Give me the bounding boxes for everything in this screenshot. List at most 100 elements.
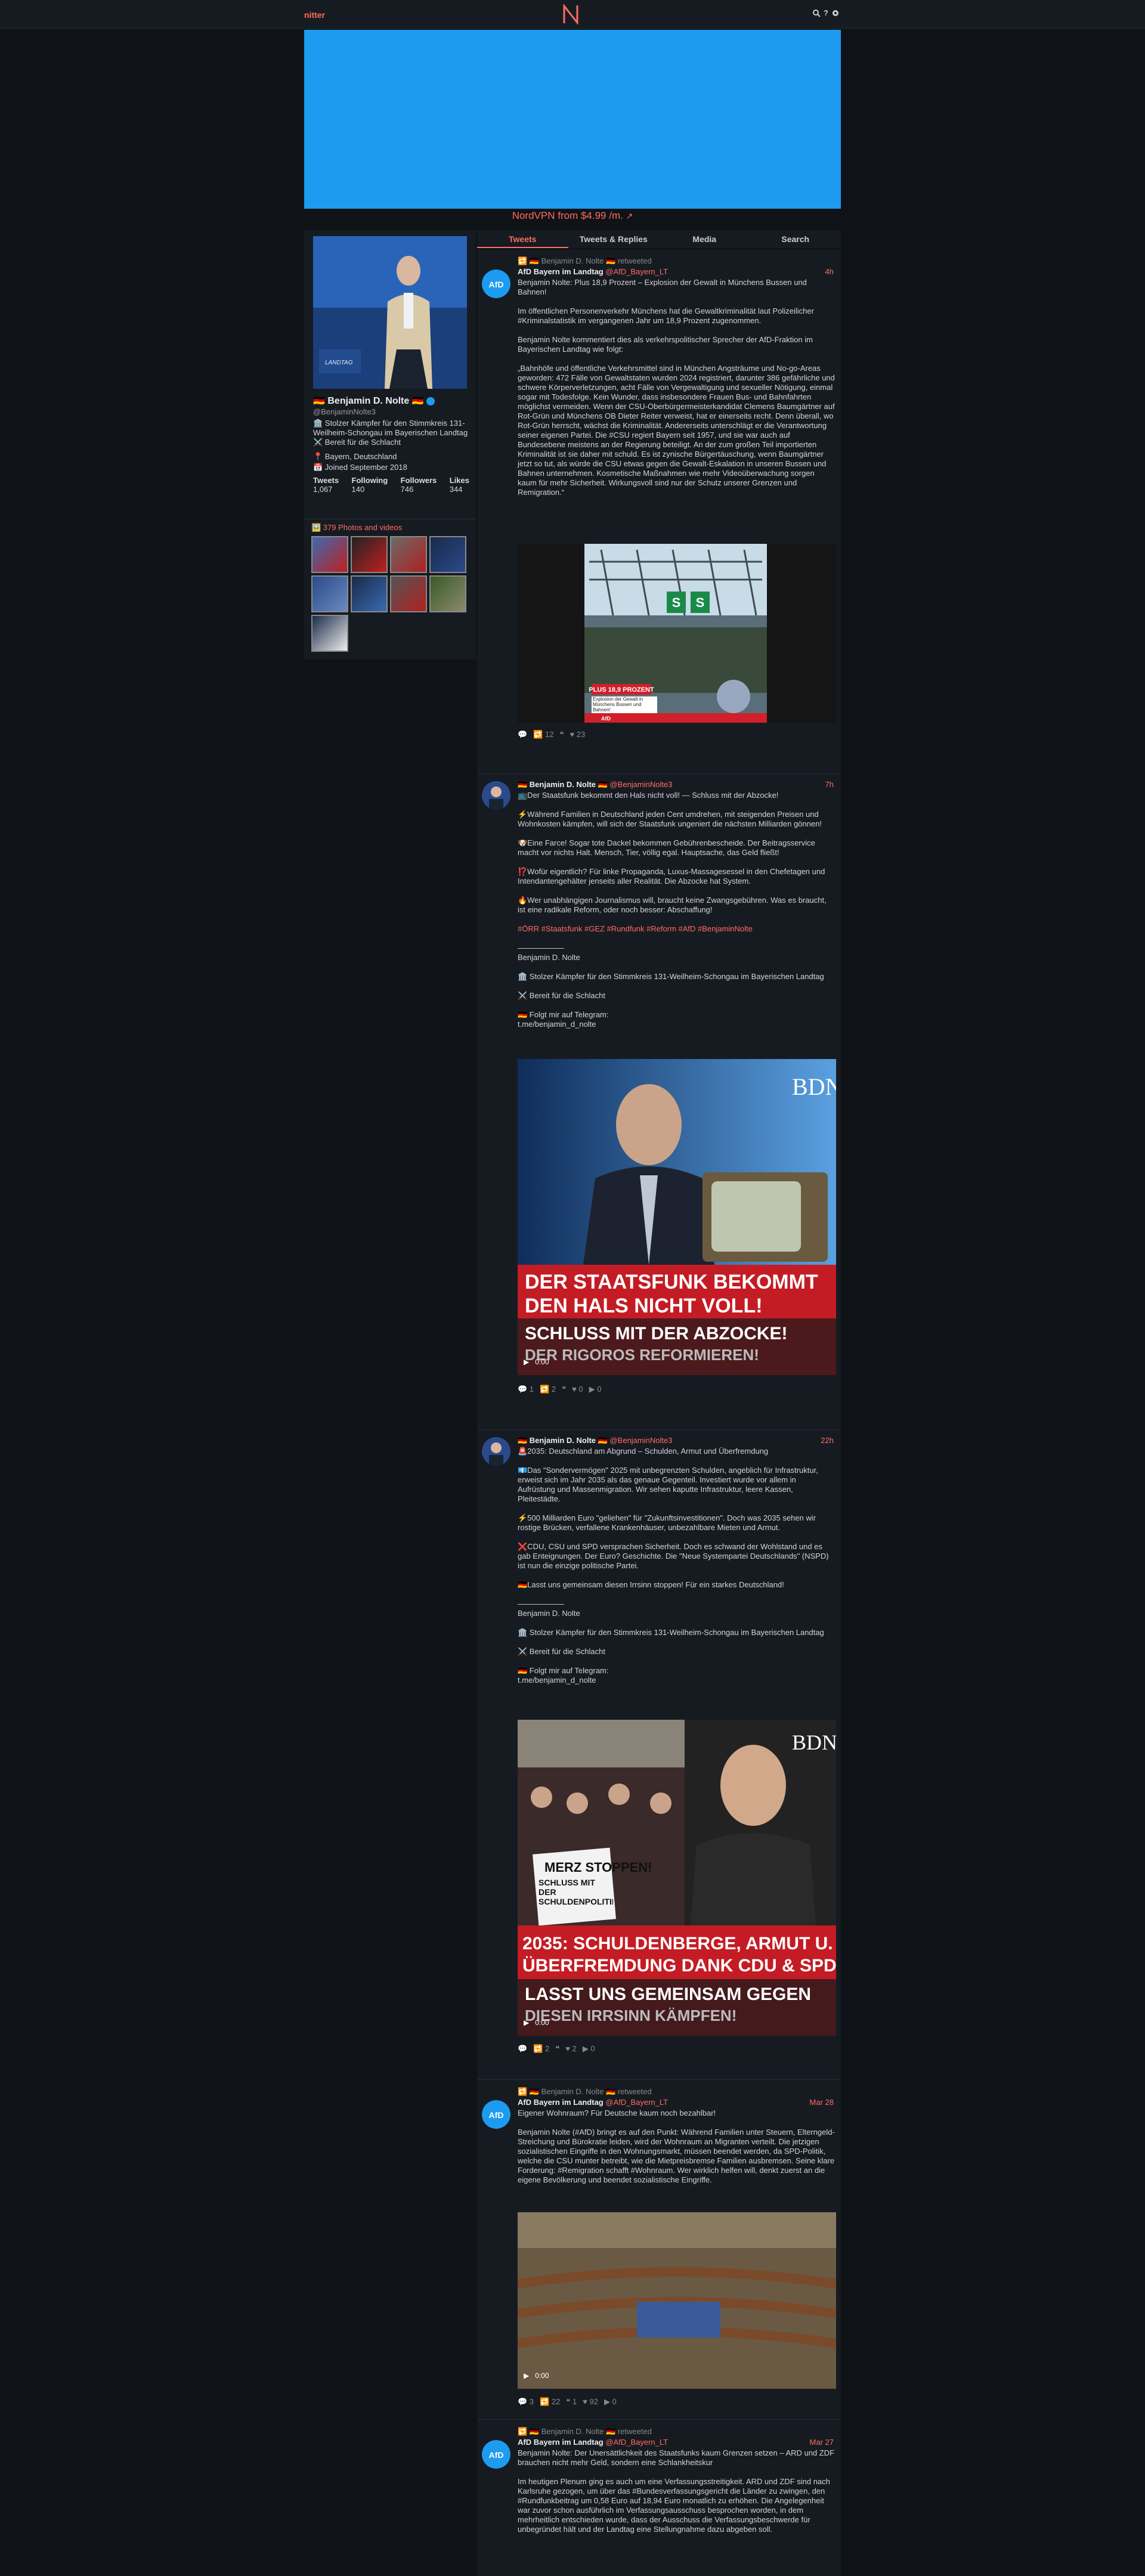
like-count[interactable]: ♥ 2 [565,2044,577,2054]
photos-videos-link[interactable]: 🖼️ 379 Photos and videos [311,523,402,532]
tweet[interactable]: 🔁 🇩🇪 Benjamin D. Nolte 🇩🇪 retweeted AfD … [477,2420,841,2576]
view-count[interactable]: ▶ 0 [583,2044,595,2054]
media-thumbnail[interactable] [311,575,348,612]
tweet-paragraph: Im heutigen Plenum ging es auch um eine … [518,2477,830,2534]
tweet[interactable]: 🇩🇪 Benjamin D. Nolte 🇩🇪 @BenjaminNolte3 … [477,774,841,1430]
video-time: 0:00 [535,2371,549,2380]
tweet-text: 📺Der Staatsfunk bekommt den Hals nicht v… [518,791,835,1039]
play-icon[interactable]: ▶ [524,1358,529,1366]
profile-avatar[interactable]: LANDTAG [313,236,467,389]
tweet-paragraph: ⚡Während Familien in Deutschland jeden C… [518,810,822,828]
tweet-author-name[interactable]: AfD Bayern im Landtag [518,267,604,276]
tweet-date[interactable]: 22h [821,1436,834,1445]
media-thumbnail[interactable] [390,536,427,573]
stat-following[interactable]: Following 140 [352,476,388,494]
like-count[interactable]: ♥ 0 [572,1385,583,1394]
stat-likes[interactable]: Likes 344 [450,476,469,494]
media-thumbnail[interactable] [311,536,348,573]
tab-tweets-replies[interactable]: Tweets & Replies [568,230,660,248]
stat-followers[interactable]: Followers 746 [401,476,437,494]
stat-label: Followers [400,476,437,485]
quote-count[interactable]: ❝ [559,730,564,739]
like-count[interactable]: ♥ 92 [583,2397,598,2407]
tweet-author-name[interactable]: AfD Bayern im Landtag [518,2438,604,2447]
tweet-date[interactable]: Mar 27 [810,2438,834,2447]
tweet-author-name[interactable]: AfD Bayern im Landtag [518,2098,604,2107]
tweet-avatar[interactable]: AfD [482,2100,510,2129]
tweet-paragraph: 📺Der Staatsfunk bekommt den Hals nicht v… [518,791,779,800]
quote-count[interactable]: ❝ [555,2044,559,2054]
media-thumbnail[interactable] [390,575,427,612]
stat-tweets[interactable]: Tweets 1,067 [313,476,339,494]
quote-count[interactable]: ❝ [562,1385,566,1394]
tweet-paragraph: 🐶Eine Farce! Sogar tote Dackel bekommen … [518,838,815,857]
reply-count[interactable]: 💬 1 [518,1385,534,1394]
view-count[interactable]: ▶ 0 [589,1385,602,1394]
tweet-text: 🚨2035: Deutschland am Abgrund – Schulden… [518,1447,835,1695]
profile-banner [304,30,841,209]
tweet-author-handle[interactable]: @BenjaminNolte3 [609,1436,672,1445]
tab-media[interactable]: Media [659,230,750,248]
reply-count[interactable]: 💬 [518,730,527,739]
stat-value: 1,067 [313,485,333,494]
reply-count[interactable]: 💬 3 [518,2397,534,2407]
tweet-author-handle[interactable]: @AfD_Bayern_LT [605,267,668,276]
media-thumbnail[interactable] [311,615,348,652]
tweet[interactable]: 🔁 🇩🇪 Benjamin D. Nolte 🇩🇪 retweeted AfD … [477,249,841,774]
top-nav: nitter ? [0,0,1145,29]
tweet-author-handle[interactable]: @AfD_Bayern_LT [605,2098,668,2107]
tab-tweets[interactable]: Tweets [477,230,568,248]
ad-text[interactable]: NordVPN from $4.99 /m. [512,210,623,221]
media-thumbnail[interactable] [351,536,388,573]
tweet-author-handle[interactable]: @AfD_Bayern_LT [605,2438,668,2447]
profile-handle[interactable]: @BenjaminNolte3 [313,407,376,416]
media-thumbnail[interactable] [429,536,466,573]
info-icon[interactable]: ? [824,8,828,17]
tweet-avatar[interactable] [482,1437,510,1466]
search-icon[interactable] [812,9,821,17]
media-thumbnail[interactable] [351,575,388,612]
tweet-author-handle[interactable]: @BenjaminNolte3 [609,780,672,789]
tweet-date[interactable]: 7h [825,780,834,789]
retweet-count[interactable]: 🔁 2 [533,2044,549,2054]
video-time: 0:00 [535,2018,549,2027]
tweet-avatar[interactable] [482,781,510,810]
tweet-header: AfD Bayern im Landtag @AfD_Bayern_LT [518,267,668,276]
stat-label: Tweets [313,476,339,485]
tweet-paragraph: Benjamin Nolte: Der Unersättlichkeit des… [518,2448,835,2467]
profile-location: 📍 Bayern, Deutschland [313,452,397,461]
tweet-date[interactable]: Mar 28 [810,2098,834,2107]
tweet-video[interactable]: ▶ 0:00 [518,2212,836,2389]
tweet[interactable]: 🇩🇪 Benjamin D. Nolte 🇩🇪 @BenjaminNolte3 … [477,1430,841,2080]
tweet-hashtags[interactable]: #ÖRR #Staatsfunk #GEZ #Rundfunk #Reform … [518,924,835,934]
tweet-date[interactable]: 4h [825,267,834,276]
tab-search[interactable]: Search [750,230,841,248]
tweet-author-name[interactable]: 🇩🇪 Benjamin D. Nolte 🇩🇪 [518,780,608,789]
media-thumbnail[interactable] [429,575,466,612]
video-brand: BDN [792,1730,836,1754]
tweet-video[interactable]: BDN DER STAATSFUNK BEKOMMT DEN HALS NICH… [518,1059,836,1375]
tweet-paragraph: 🔥Wer unabhängigen Journalismus will, bra… [518,896,827,914]
nitter-n-icon[interactable] [562,4,580,24]
tweet-image[interactable]: S S PLUS 18,9 PROZENT Explosion der Gewa… [518,544,836,723]
tweet-video[interactable]: MERZ STOPPEN! SCHLUSS MIT DER SCHULDENPO… [518,1720,836,2036]
play-icon[interactable]: ▶ [524,2371,529,2380]
tweet-paragraph: ❌CDU, CSU und SPD versprachen Sicherheit… [518,1542,829,1570]
nitter-logo[interactable]: nitter [304,10,325,20]
play-icon[interactable]: ▶ [524,2018,529,2027]
reply-count[interactable]: 💬 [518,2044,527,2054]
sponsored-ad[interactable]: NordVPN from $4.99 /m. ↗ [304,210,841,222]
quote-count[interactable]: ❝ 1 [566,2397,577,2407]
profile-name[interactable]: 🇩🇪 Benjamin D. Nolte 🇩🇪 [313,395,435,407]
profile-bio: 🏛️ Stolzer Kämpfer für den Stimmkreis 13… [313,419,468,447]
tweet-avatar[interactable]: AfD [482,2440,510,2469]
retweet-count[interactable]: 🔁 22 [540,2397,560,2407]
tweet-avatar[interactable]: AfD [482,270,510,298]
tweet[interactable]: 🔁 🇩🇪 Benjamin D. Nolte 🇩🇪 retweeted AfD … [477,2080,841,2420]
gear-icon[interactable] [831,9,840,17]
tweet-author-name[interactable]: 🇩🇪 Benjamin D. Nolte 🇩🇪 [518,1436,608,1445]
like-count[interactable]: ♥ 23 [570,730,585,739]
view-count[interactable]: ▶ 0 [604,2397,617,2407]
retweet-count[interactable]: 🔁 2 [540,1385,556,1394]
retweet-count[interactable]: 🔁 12 [533,730,553,739]
